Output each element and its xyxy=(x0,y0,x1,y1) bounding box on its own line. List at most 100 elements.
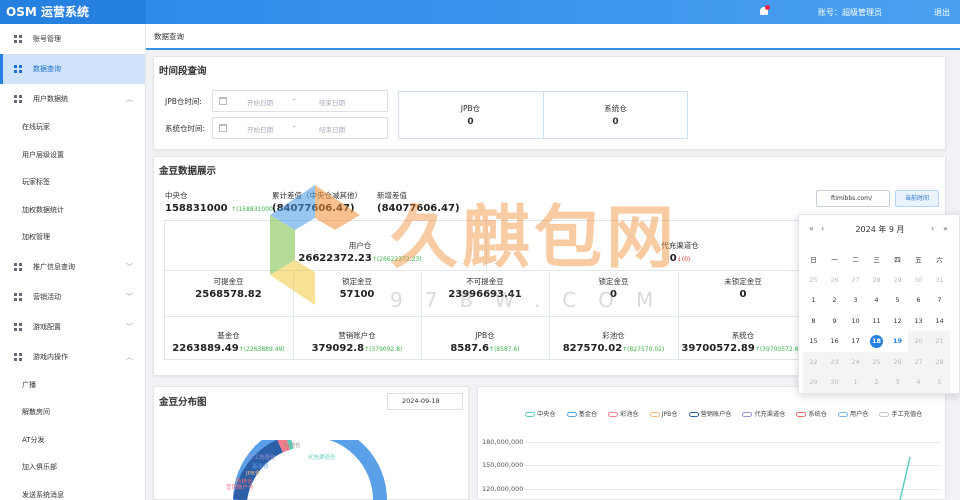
sidebar-item-account[interactable]: 账号管理 xyxy=(0,24,145,54)
center-stat: 中央仓 158831000 ↑(158831000) xyxy=(165,191,276,214)
calendar-day[interactable]: 7 xyxy=(929,290,950,311)
calendar-day[interactable]: 5 xyxy=(929,372,950,393)
calendar-day[interactable]: 29 xyxy=(887,270,908,291)
calendar-day[interactable]: 14 xyxy=(929,311,950,332)
trend-legend: 中央仓 基金仓 彩池仓 JPB仓 营销账户仓 代充渠道仓 系统仓 用户仓 手工充… xyxy=(525,409,931,418)
legend-item[interactable]: 中央仓 xyxy=(525,409,556,418)
start-date-input[interactable]: 开始日期 xyxy=(247,124,273,134)
legend-item[interactable]: 彩池仓 xyxy=(608,409,639,418)
calendar-day[interactable]: 23 xyxy=(824,351,845,372)
legend-swatch xyxy=(796,411,807,417)
legend-item[interactable]: 用户仓 xyxy=(837,409,868,418)
calendar-day[interactable]: 25 xyxy=(803,270,824,291)
grid-icon xyxy=(14,262,22,271)
sidebar-item-data-query[interactable]: 数据查询 xyxy=(0,54,145,84)
sidebar-sub-at[interactable]: AT分发 xyxy=(0,427,145,455)
calendar-day[interactable]: 1 xyxy=(803,290,824,311)
chevron-down-icon: ﹀ xyxy=(126,262,133,271)
legend-item[interactable]: JPB仓 xyxy=(649,409,678,418)
sidebar-item-user-stats[interactable]: 用户数据统 ︿ xyxy=(0,84,145,114)
calendar-day[interactable]: 26 xyxy=(887,351,908,372)
current-time-button[interactable]: 当前时间 xyxy=(895,190,939,207)
calendar-day[interactable]: 27 xyxy=(845,270,866,291)
end-date-input[interactable]: 结束日期 xyxy=(319,97,345,107)
sidebar-item-promo[interactable]: 推广信息查询 ﹀ xyxy=(0,252,145,282)
calendar-day[interactable]: 2 xyxy=(866,372,887,393)
weekday-header: 日 xyxy=(810,256,817,265)
calendar-day[interactable]: 20 xyxy=(908,331,929,352)
chevron-down-icon: ﹀ xyxy=(126,322,133,331)
calendar-day[interactable]: 9 xyxy=(824,311,845,332)
legend-item[interactable]: 系统仓 xyxy=(796,409,827,418)
legend-item[interactable]: 基金仓 xyxy=(566,409,597,418)
sidebar-sub-sysmsg[interactable]: 发送系统消息 xyxy=(0,482,145,500)
calendar-day[interactable]: 18 xyxy=(866,331,887,352)
calendar-day[interactable]: 10 xyxy=(845,311,866,332)
calendar-day[interactable]: 11 xyxy=(866,311,887,332)
legend-item[interactable]: 代充渠道仓 xyxy=(742,409,785,418)
distribution-date-picker[interactable]: 2024-09-18 xyxy=(387,393,463,410)
logout-link[interactable]: 退出 xyxy=(934,7,950,18)
locked-gold-2: 锁定金豆 0 xyxy=(598,277,629,300)
calendar-day[interactable]: 15 xyxy=(803,331,824,352)
calendar-day[interactable]: 24 xyxy=(845,351,866,372)
date-search-input[interactable]: ftimibbs.com/ xyxy=(816,190,890,207)
calendar-day[interactable]: 16 xyxy=(824,331,845,352)
calendar-day[interactable]: 21 xyxy=(929,331,950,352)
y-tick: 180,000,000 xyxy=(482,438,524,446)
jpb-date-range[interactable]: 开始日期 - 结束日期 xyxy=(212,90,388,112)
legend-item[interactable]: 手工充值仓 xyxy=(879,409,922,418)
calendar-day[interactable]: 30 xyxy=(908,270,929,291)
sidebar-sub-weighted-mgmt[interactable]: 加权管理 xyxy=(0,224,145,252)
calendar-day[interactable]: 28 xyxy=(929,351,950,372)
calendar-day[interactable]: 30 xyxy=(824,372,845,393)
calendar-day[interactable]: 28 xyxy=(866,270,887,291)
calendar-day[interactable]: 8 xyxy=(803,311,824,332)
next-year-icon[interactable]: » xyxy=(943,224,948,233)
sidebar-sub-dissolve[interactable]: 解散房间 xyxy=(0,399,145,427)
sidebar-sub-levels[interactable]: 用户层级设置 xyxy=(0,142,145,170)
calendar-day[interactable]: 26 xyxy=(824,270,845,291)
bell-icon[interactable] xyxy=(758,5,770,18)
distribution-donut xyxy=(233,440,387,500)
start-date-input[interactable]: 开始日期 xyxy=(247,97,273,107)
proxy-warehouse: 代充渠道仓 0↓(0) xyxy=(661,241,699,264)
sidebar-item-marketing[interactable]: 营销活动 ﹀ xyxy=(0,282,145,312)
locked-gold: 锁定金豆 57100 xyxy=(339,277,375,300)
weekday-header: 四 xyxy=(894,256,901,265)
gold-title: 金豆数据展示 xyxy=(159,166,217,177)
calendar-day[interactable]: 1 xyxy=(845,372,866,393)
sidebar-sub-club[interactable]: 加入俱乐部 xyxy=(0,454,145,482)
calendar-title: 2024 年 9 月 xyxy=(855,225,905,234)
sys-date-range[interactable]: 开始日期 - 结束日期 xyxy=(212,117,388,139)
calendar-day[interactable]: 31 xyxy=(929,270,950,291)
calendar-day[interactable]: 5 xyxy=(887,290,908,311)
cum-diff-stat: 累计差值（中央仓减其他） (84077606.47) xyxy=(272,191,362,214)
sidebar-item-game-config[interactable]: 游戏配置 ﹀ xyxy=(0,312,145,342)
calendar-day[interactable]: 29 xyxy=(803,372,824,393)
calendar-day[interactable]: 27 xyxy=(908,351,929,372)
weekday-header: 一 xyxy=(831,256,838,265)
calendar-day[interactable]: 17 xyxy=(845,331,866,352)
sidebar-sub-online[interactable]: 在线玩家 xyxy=(0,114,145,142)
calendar-day[interactable]: 25 xyxy=(866,351,887,372)
calendar-day[interactable]: 3 xyxy=(887,372,908,393)
sidebar-item-game-ops[interactable]: 游戏内操作 ︿ xyxy=(0,342,145,372)
next-month-icon[interactable]: › xyxy=(931,224,934,233)
legend-item[interactable]: 营销账户仓 xyxy=(688,409,732,418)
account-label: 账号：超级管理员 xyxy=(818,8,882,17)
calendar-day[interactable]: 3 xyxy=(845,290,866,311)
calendar-day[interactable]: 12 xyxy=(887,311,908,332)
calendar-day[interactable]: 4 xyxy=(908,372,929,393)
sidebar-sub-broadcast[interactable]: 广播 xyxy=(0,372,145,400)
calendar-day[interactable]: 13 xyxy=(908,311,929,332)
calendar-day[interactable]: 6 xyxy=(908,290,929,311)
grid-icon xyxy=(14,95,22,103)
sidebar-sub-weighted-stats[interactable]: 加权数据统计 xyxy=(0,197,145,225)
calendar-day[interactable]: 19 xyxy=(887,331,908,352)
calendar-day[interactable]: 4 xyxy=(866,290,887,311)
calendar-day[interactable]: 2 xyxy=(824,290,845,311)
sidebar-sub-tags[interactable]: 玩家标签 xyxy=(0,169,145,197)
end-date-input[interactable]: 结束日期 xyxy=(319,124,345,134)
calendar-day[interactable]: 22 xyxy=(803,351,824,372)
